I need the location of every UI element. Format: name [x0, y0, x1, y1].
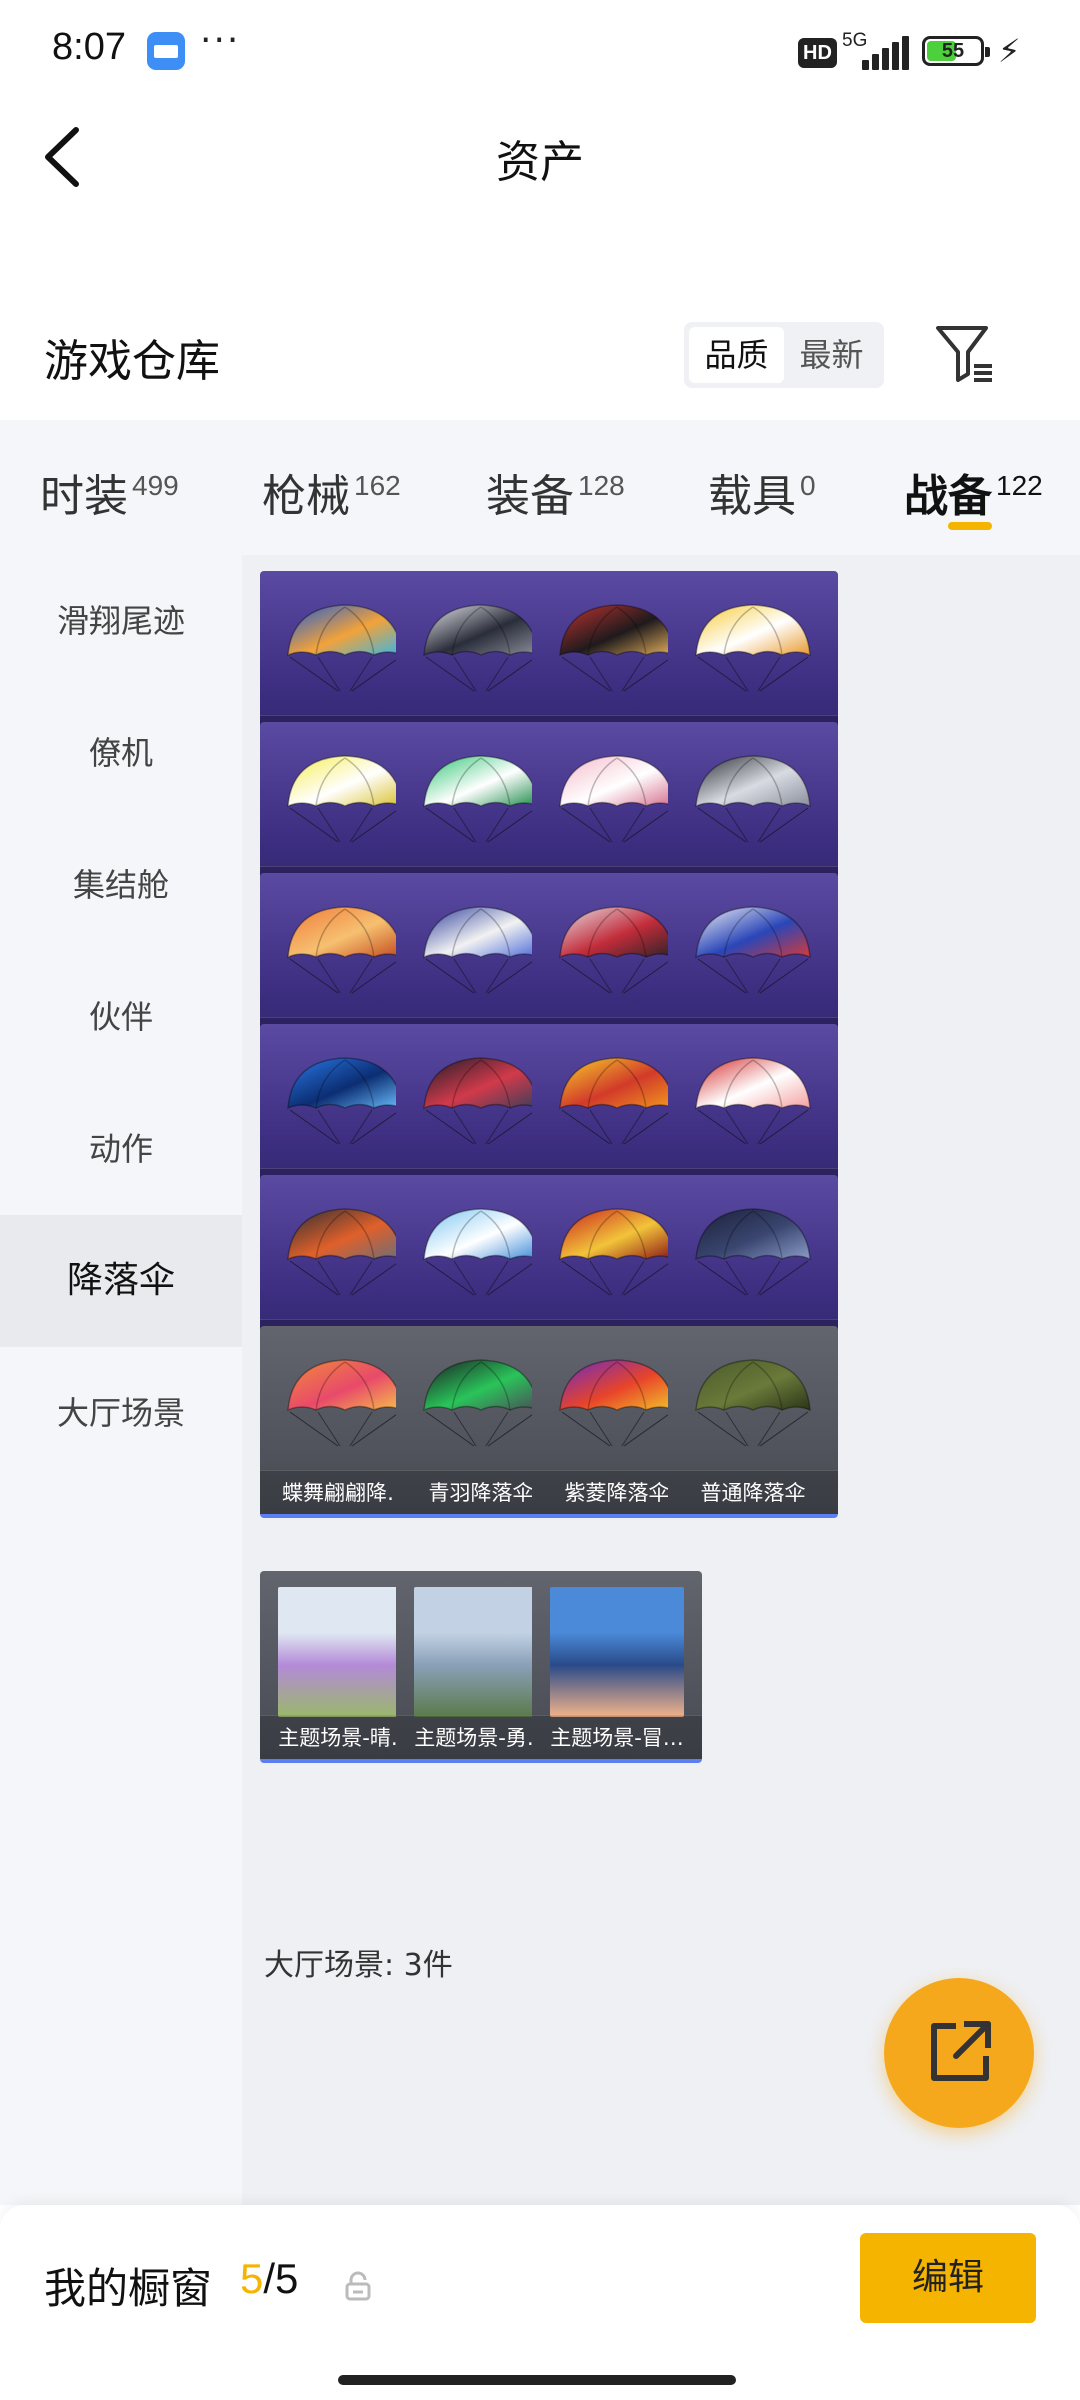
section-title: 游戏仓库	[44, 336, 220, 387]
scene-thumbnail	[278, 1587, 412, 1717]
parachute-thumbnail	[423, 1208, 539, 1296]
notification-app-icon	[147, 32, 185, 70]
showcase-label: 我的橱窗	[44, 2264, 213, 2313]
parachute-thumbnail	[559, 755, 675, 843]
charging-icon: ⚡	[998, 32, 1021, 70]
page-title: 资产	[496, 137, 584, 188]
edit-button[interactable]: 编辑	[860, 2233, 1036, 2323]
tab-equipment[interactable]: 装备 128	[486, 460, 625, 524]
parachute-thumbnail	[695, 1208, 811, 1296]
parachute-thumbnail	[695, 906, 811, 994]
signal-icon	[862, 34, 910, 70]
active-tab-indicator	[948, 522, 992, 530]
side-nav: 滑翔尾迹 僚机 集结舱 伙伴 动作 降落伞 大厅场景	[0, 555, 242, 2205]
parachute-thumbnail	[695, 1057, 811, 1145]
item-grid: 天涯共此时…马戏团糖果…沙场雄鹰降…光之冒险降…田园牧歌降…绿草茵茵降…娇憨猪猪…	[242, 555, 1080, 2205]
parachute-thumbnail	[287, 755, 403, 843]
scenes-header: 大厅场景: 3件	[264, 1948, 453, 1983]
tab-battle-gear[interactable]: 战备 122	[904, 460, 1043, 524]
parachute-thumbnail	[423, 1057, 539, 1145]
parachute-thumbnail	[287, 906, 403, 994]
lock-icon	[345, 2271, 371, 2301]
tab-guns[interactable]: 枪械 162	[262, 460, 401, 524]
scene-label: 主题场景-冒…	[532, 1715, 702, 1759]
scene-card[interactable]: 主题场景-冒…	[532, 1571, 702, 1763]
tab-vehicles[interactable]: 载具 0	[708, 460, 816, 524]
parachute-thumbnail	[695, 1359, 811, 1447]
sort-toggle: 品质 最新	[684, 322, 884, 388]
parachute-label: 普通降落伞	[668, 1470, 838, 1514]
battery-icon: 55	[922, 36, 990, 66]
parachute-thumbnail	[559, 604, 675, 692]
filter-icon[interactable]	[934, 322, 994, 386]
category-tabs: 时装 499 枪械 162 装备 128 载具 0 战备 122	[0, 420, 1080, 555]
share-button[interactable]	[884, 1978, 1034, 2128]
home-indicator	[338, 2375, 736, 2385]
parachute-thumbnail	[423, 906, 539, 994]
parachute-thumbnail	[423, 755, 539, 843]
sort-quality-button[interactable]: 品质	[689, 327, 784, 383]
parachute-thumbnail	[423, 604, 539, 692]
parachute-thumbnail	[287, 1359, 403, 1447]
side-item-emote[interactable]: 动作	[0, 1083, 242, 1215]
status-time: 8:07	[52, 26, 126, 68]
side-item-lobby-scene[interactable]: 大厅场景	[0, 1347, 242, 1479]
parachute-thumbnail	[287, 604, 403, 692]
battery-level: 55	[941, 40, 965, 62]
parachute-thumbnail	[695, 755, 811, 843]
side-item-wingman[interactable]: 僚机	[0, 687, 242, 819]
parachute-thumbnail	[559, 1359, 675, 1447]
parachute-thumbnail	[559, 1057, 675, 1145]
parachute-thumbnail	[287, 1208, 403, 1296]
showcase-count: 5/5	[240, 2255, 299, 2302]
side-item-glide-trail[interactable]: 滑翔尾迹	[0, 555, 242, 687]
side-item-parachute[interactable]: 降落伞	[0, 1215, 242, 1347]
status-bar: 8:07 ··· HD 5G 55 ⚡	[0, 0, 1080, 100]
scene-thumbnail	[414, 1587, 548, 1717]
bottom-bar: 我的橱窗 5/5 编辑	[0, 2205, 1080, 2400]
parachute-thumbnail	[423, 1359, 539, 1447]
hd-icon: HD	[798, 38, 837, 68]
parachute-thumbnail	[695, 604, 811, 692]
tab-fashion[interactable]: 时装 499	[40, 460, 179, 524]
side-item-pod[interactable]: 集结舱	[0, 819, 242, 951]
parachute-card[interactable]: 普通降落伞	[668, 1326, 838, 1518]
sort-newest-button[interactable]: 最新	[784, 327, 879, 383]
more-notifications-icon: ···	[200, 20, 241, 61]
share-icon	[931, 2021, 991, 2081]
parachute-thumbnail	[559, 1208, 675, 1296]
parachute-thumbnail	[287, 1057, 403, 1145]
side-item-companion[interactable]: 伙伴	[0, 951, 242, 1083]
scene-thumbnail	[550, 1587, 684, 1717]
parachute-thumbnail	[559, 906, 675, 994]
